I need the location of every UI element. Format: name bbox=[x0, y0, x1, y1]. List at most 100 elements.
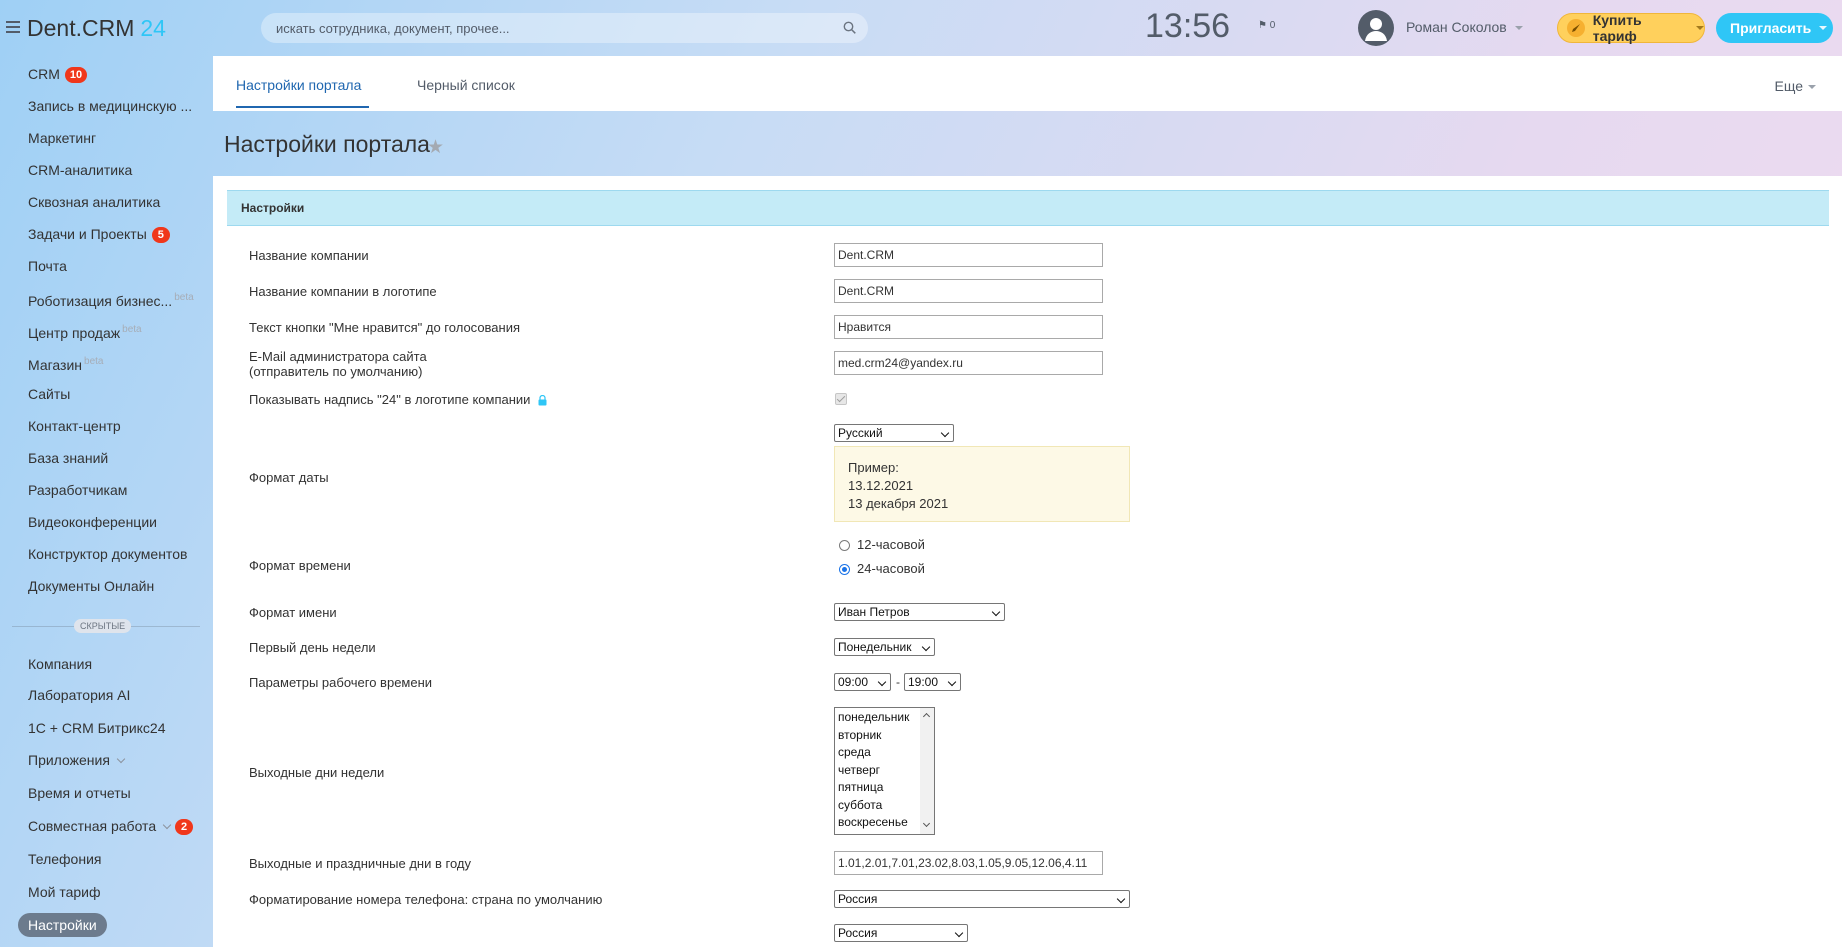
settings-content: Настройки Название компании Название ком… bbox=[213, 176, 1842, 947]
active-tab-indicator bbox=[236, 106, 369, 108]
clock[interactable]: 13:56 bbox=[1145, 7, 1230, 46]
like-button-input[interactable] bbox=[834, 315, 1103, 339]
sidebar-item-apps[interactable]: Приложения bbox=[28, 748, 126, 772]
star-icon[interactable]: ★ bbox=[427, 136, 444, 159]
sidebar: CRM 10 Запись в медицинскую ... Маркетинг… bbox=[0, 56, 212, 947]
user-icon bbox=[1365, 18, 1387, 41]
sidebar-item-contact-center[interactable]: Контакт-центр bbox=[28, 414, 121, 438]
sidebar-item-mail[interactable]: Почта bbox=[28, 254, 67, 278]
sidebar-item-label: Настройки bbox=[28, 917, 97, 933]
chevron-down-icon bbox=[116, 754, 126, 764]
sidebar-item-label: Телефония bbox=[28, 851, 102, 867]
sidebar-item-label: 1С + CRM Битрикс24 bbox=[28, 720, 166, 736]
sidebar-item-crm[interactable]: CRM 10 bbox=[28, 62, 88, 86]
buy-tariff-label: Купить тариф bbox=[1592, 12, 1642, 44]
name-format-select[interactable]: Иван Петров bbox=[834, 603, 1005, 621]
time-12h-radio[interactable] bbox=[839, 540, 850, 551]
sidebar-item-label: Сайты bbox=[28, 386, 71, 402]
sidebar-item-end-to-end-analytics[interactable]: Сквозная аналитика bbox=[28, 190, 160, 214]
buy-tariff-button[interactable]: Купить тариф bbox=[1557, 12, 1705, 44]
sidebar-item-knowledge-base[interactable]: База знаний bbox=[28, 446, 108, 470]
logo-name-label: Название компании в логотипе bbox=[249, 284, 437, 299]
scroll-up-icon[interactable] bbox=[922, 712, 931, 721]
logo[interactable]: Dent.CRM 24 bbox=[27, 15, 166, 42]
admin-email-input[interactable] bbox=[834, 351, 1103, 375]
sidebar-item-label: Компания bbox=[28, 656, 93, 672]
sidebar-item-time-reports[interactable]: Время и отчеты bbox=[28, 781, 131, 805]
sidebar-item-docs-online[interactable]: Документы Онлайн bbox=[28, 574, 154, 598]
sidebar-item-automation[interactable]: Роботизация бизнес... beta bbox=[28, 286, 194, 310]
show24-label: Показывать надпись "24" в логотипе компа… bbox=[249, 392, 547, 407]
time-12h-label[interactable]: 12-часовой bbox=[857, 537, 925, 552]
work-from-select[interactable]: 09:00 bbox=[834, 673, 891, 691]
holidays-label: Выходные и праздничные дни в году bbox=[249, 856, 471, 871]
sidebar-item-sales-center[interactable]: Центр продаж beta bbox=[28, 318, 142, 342]
sidebar-item-telephony[interactable]: Телефония bbox=[28, 847, 101, 871]
sidebar-item-marketing[interactable]: Маркетинг bbox=[28, 126, 96, 150]
work-to-select[interactable]: 19:00 bbox=[904, 673, 961, 691]
sidebar-item-1c-crm[interactable]: 1С + CRM Битрикс24 bbox=[28, 716, 166, 740]
counter-badge: 10 bbox=[64, 67, 88, 83]
sidebar-item-label: Сквозная аналитика bbox=[28, 194, 161, 210]
sidebar-item-label: Центр продаж bbox=[28, 325, 121, 341]
sidebar-item-crm-analytics[interactable]: CRM-аналитика bbox=[28, 158, 132, 182]
sidebar-item-label: Запись в медицинскую ... bbox=[28, 98, 193, 114]
chevron-down-icon bbox=[1514, 26, 1523, 31]
tabs-bar: Настройки портала Черный список Еще bbox=[213, 56, 1842, 111]
section-header[interactable]: Настройки bbox=[227, 190, 1829, 226]
scroll-down-icon[interactable] bbox=[922, 819, 931, 828]
show24-checkbox[interactable] bbox=[835, 393, 847, 405]
sidebar-item-label: Документы Онлайн bbox=[28, 578, 155, 594]
tab-blacklist[interactable]: Черный список bbox=[417, 77, 515, 93]
sidebar-item-settings[interactable]: Настройки bbox=[18, 913, 107, 937]
hidden-section-label[interactable]: СКРЫТЫЕ bbox=[74, 619, 132, 633]
sidebar-item-collaboration[interactable]: Совместная работа 2 bbox=[28, 814, 194, 838]
logo-suffix: 24 bbox=[140, 15, 166, 41]
flag-counter[interactable]: ⚑ 0 bbox=[1258, 20, 1275, 31]
date-language-select[interactable]: Русский bbox=[834, 424, 954, 442]
sidebar-item-tasks[interactable]: Задачи и Проекты 5 bbox=[28, 222, 170, 246]
search-icon[interactable] bbox=[843, 21, 856, 34]
counter-badge: 2 bbox=[175, 819, 194, 835]
time-24h-label[interactable]: 24-часовой bbox=[857, 561, 925, 576]
beta-label: beta bbox=[174, 292, 194, 303]
more-menu[interactable]: Еще bbox=[1775, 78, 1816, 94]
phone-country-select[interactable]: Россия bbox=[834, 890, 1130, 908]
listbox-scrollbar[interactable] bbox=[920, 708, 934, 834]
admin-email-label: E-Mail администратора сайта (отправитель … bbox=[249, 349, 427, 379]
sidebar-item-label: Магазин bbox=[28, 357, 83, 373]
first-day-select[interactable]: Понедельник bbox=[834, 638, 935, 656]
sidebar-item-ai-lab[interactable]: Лаборатория AI bbox=[28, 683, 130, 707]
user-name: Роман Соколов bbox=[1406, 19, 1507, 35]
sidebar-item-appointments[interactable]: Запись в медицинскую ... bbox=[28, 94, 192, 118]
holidays-input[interactable] bbox=[834, 851, 1103, 875]
weekend-days-listbox[interactable]: понедельник вторник среда четверг пятниц… bbox=[834, 707, 935, 835]
time-24h-radio[interactable] bbox=[839, 564, 850, 575]
beta-label: beta bbox=[122, 324, 142, 335]
sidebar-item-company[interactable]: Компания bbox=[28, 652, 92, 676]
sidebar-item-my-plan[interactable]: Мой тариф bbox=[28, 880, 100, 904]
main-area: Настройки портала Черный список Еще Наст… bbox=[212, 56, 1842, 947]
search-input[interactable] bbox=[261, 13, 821, 43]
avatar[interactable] bbox=[1358, 10, 1394, 46]
sidebar-item-developers[interactable]: Разработчикам bbox=[28, 478, 127, 502]
company-name-input[interactable] bbox=[834, 243, 1103, 267]
sidebar-item-label: Совместная работа bbox=[28, 818, 157, 834]
user-menu[interactable]: Роман Соколов bbox=[1406, 19, 1523, 35]
invite-button[interactable]: Пригласить bbox=[1716, 13, 1833, 43]
sidebar-item-shop[interactable]: Магазин beta bbox=[28, 350, 103, 374]
invite-label: Пригласить bbox=[1730, 20, 1812, 36]
sidebar-item-label: Контакт-центр bbox=[28, 418, 121, 434]
flag-count: 0 bbox=[1269, 20, 1276, 31]
country-select[interactable]: Россия bbox=[834, 924, 968, 942]
logo-name-input[interactable] bbox=[834, 279, 1103, 303]
first-day-label: Первый день недели bbox=[249, 640, 376, 655]
sidebar-item-label: Мой тариф bbox=[28, 884, 101, 900]
like-button-label: Текст кнопки "Мне нравится" до голосован… bbox=[249, 320, 521, 335]
menu-icon[interactable] bbox=[6, 21, 20, 33]
weekend-days-label: Выходные дни недели bbox=[249, 765, 385, 780]
tab-portal-settings[interactable]: Настройки портала bbox=[236, 77, 361, 93]
sidebar-item-video-conferences[interactable]: Видеоконференции bbox=[28, 510, 157, 534]
sidebar-item-sites[interactable]: Сайты bbox=[28, 382, 70, 406]
sidebar-item-doc-builder[interactable]: Конструктор документов bbox=[28, 542, 187, 566]
